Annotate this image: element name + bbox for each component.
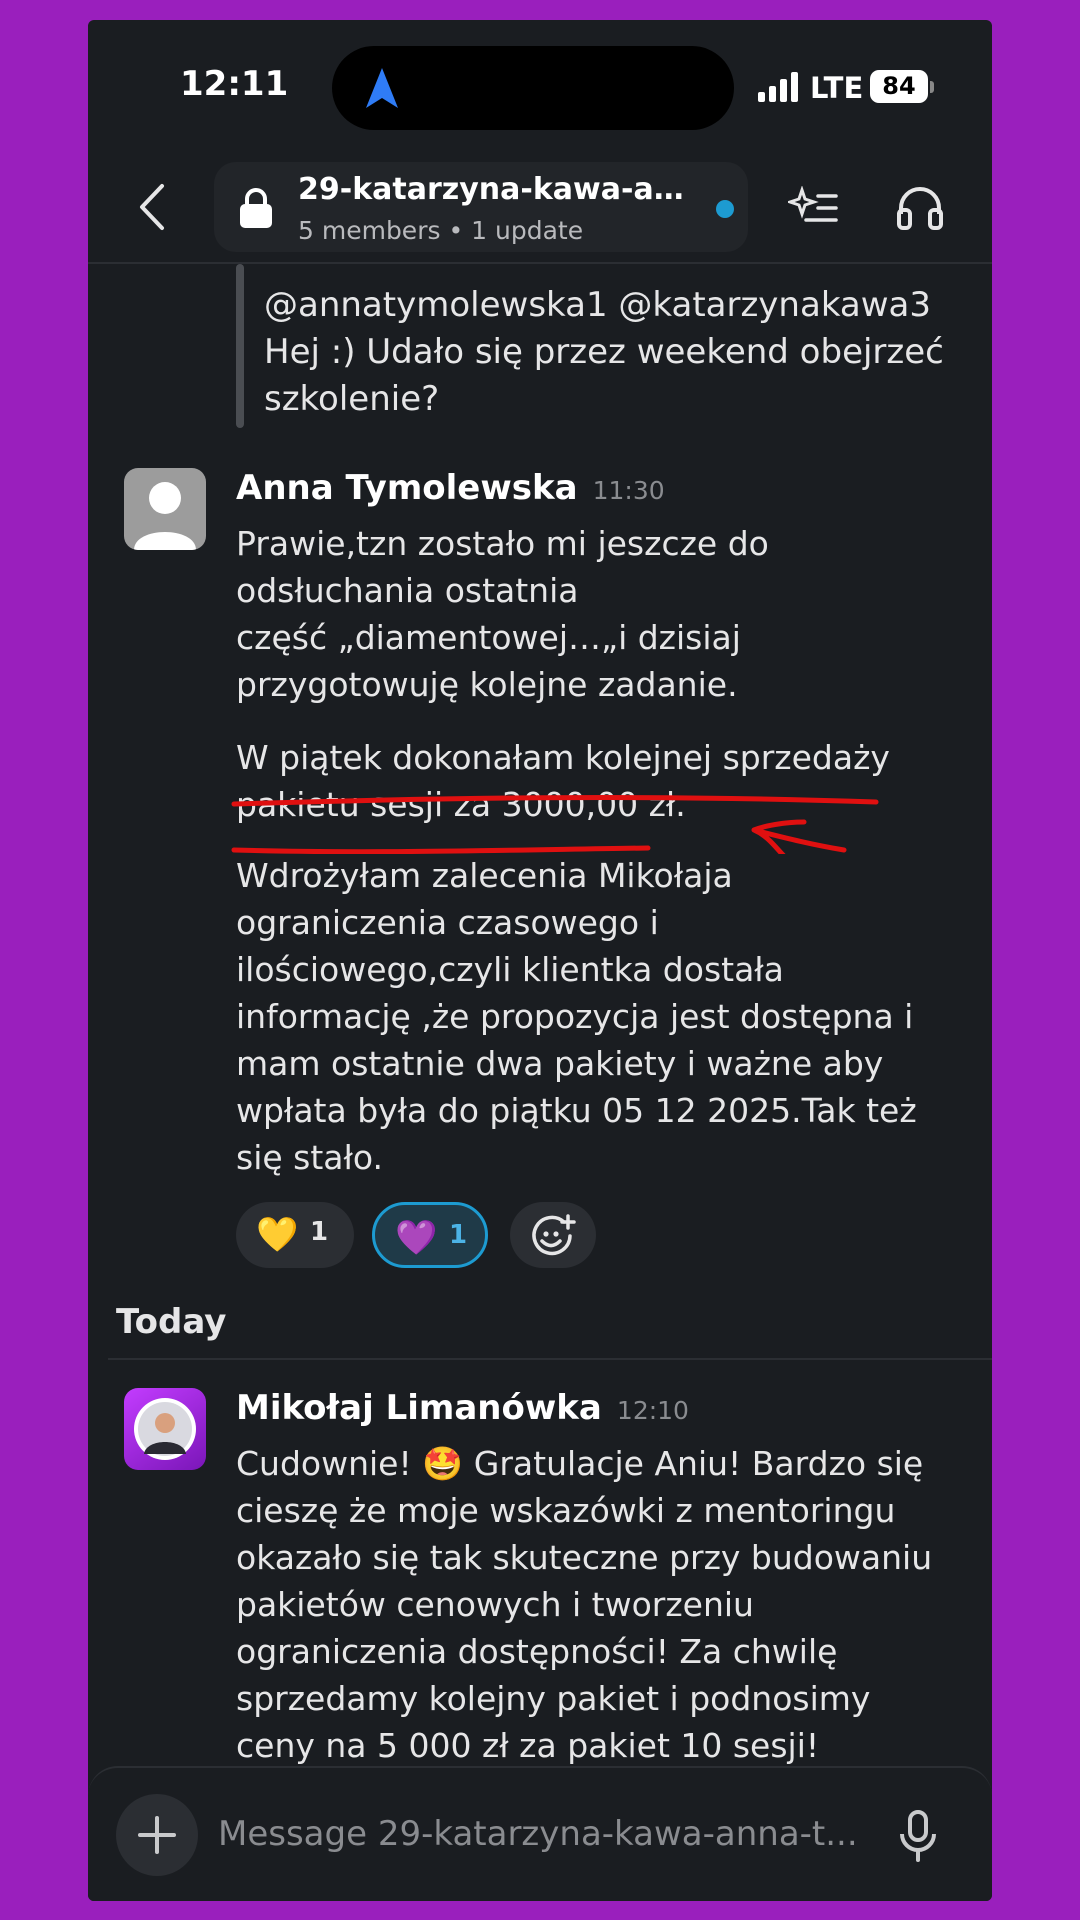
microphone-icon[interactable] [898, 1808, 938, 1864]
message-line: mam ostatnie dwa pakiety i ważne aby [236, 1044, 884, 1083]
message-line: ilościowego,czyli klientka dostała [236, 950, 784, 989]
channel-name: 29-katarzyna-kawa-ann... [298, 172, 698, 207]
quote-line: Hej :) Udało się przez weekend obejrzeć [264, 332, 944, 372]
channel-subtitle: 5 members • 1 update [298, 216, 584, 245]
reaction-count: 1 [310, 1217, 329, 1247]
quote-bar [236, 264, 244, 428]
signal-icon [758, 72, 798, 102]
add-reaction-button[interactable] [510, 1202, 596, 1268]
phone-screen: 12:11 LTE 84 29-katarzyna-kawa-ann... 5 [88, 20, 992, 1901]
sparkle-list-icon[interactable] [788, 186, 838, 228]
message-paragraph: Cudownie! 🤩 Gratulacje Aniu! Bardzo się … [236, 1440, 966, 1769]
dynamic-island [332, 46, 734, 130]
message-line: Cudownie! 🤩 Gratulacje Aniu! Bardzo się [236, 1444, 924, 1483]
back-icon[interactable] [134, 182, 174, 232]
author-name[interactable]: Mikołaj Limanówka [236, 1388, 602, 1428]
add-emoji-icon [532, 1214, 576, 1256]
day-separator: Today [116, 1302, 227, 1342]
avatar[interactable] [124, 468, 206, 550]
quote-line: szkolenie? [264, 379, 440, 419]
reaction-count: 1 [449, 1220, 468, 1250]
message-composer [88, 1766, 992, 1901]
message-line: sprzedamy kolejny pakiet i podnosimy [236, 1679, 871, 1718]
author-name[interactable]: Anna Tymolewska [236, 468, 578, 508]
message-line: cieszę że moje wskazówki z mentoringu [236, 1491, 896, 1530]
message-time: 11:30 [592, 476, 665, 505]
message-header: Anna Tymolewska 11:30 [236, 468, 665, 508]
message-time: 12:10 [616, 1396, 689, 1425]
location-arrow-icon [366, 68, 398, 108]
message-line: ceny na 5 000 zł za pakiet 10 sesji! [236, 1726, 820, 1765]
message-feed: @annatymolewska1 @katarzynakawa3 Hej :) … [88, 264, 992, 1786]
message-line: przygotowuję kolejne zadanie. [236, 665, 738, 704]
reaction-purple-heart[interactable]: 💜 1 [372, 1202, 488, 1268]
message-line: się stało. [236, 1138, 383, 1177]
message-line: informację ,że propozycja jest dostępna … [236, 997, 914, 1036]
default-user-icon [134, 482, 196, 550]
network-label: LTE [810, 71, 864, 105]
message-line: ograniczenia czasowego i [236, 903, 659, 942]
message-line: wpłata była do piątku 05 12 2025.Tak też [236, 1091, 917, 1130]
message-line: okazało się tak skuteczne przy budowaniu [236, 1538, 933, 1577]
channel-title-button[interactable]: 29-katarzyna-kawa-ann... 5 members • 1 u… [214, 162, 748, 252]
message-paragraph: Prawie,tzn zostało mi jeszcze do odsłuch… [236, 520, 966, 708]
channel-header: 29-katarzyna-kawa-ann... 5 members • 1 u… [88, 140, 992, 264]
profile-photo-icon [134, 1398, 196, 1460]
plus-icon [138, 1816, 176, 1854]
unread-dot [716, 200, 734, 218]
message-line: ograniczenia dostępności! Za chwilę [236, 1632, 838, 1671]
quote-line: @annatymolewska1 @katarzynakawa3 [264, 285, 932, 325]
message-header: Mikołaj Limanówka 12:10 [236, 1388, 689, 1428]
message-line: pakietów cenowych i tworzeniu [236, 1585, 754, 1624]
battery-tip [930, 81, 934, 93]
message-line: odsłuchania ostatnia [236, 571, 579, 610]
message-line: część „diamentowej…„i dzisiaj [236, 618, 741, 657]
red-annotation [231, 795, 879, 854]
status-time: 12:11 [180, 64, 289, 104]
reaction-yellow-heart[interactable]: 💛 1 [236, 1202, 354, 1268]
status-bar: 12:11 LTE 84 [88, 20, 992, 140]
message-paragraph: Wdrożyłam zalecenia Mikołaja ograniczeni… [236, 852, 966, 1181]
battery-icon: 84 [870, 70, 928, 103]
purple-heart-icon: 💜 [395, 1218, 438, 1258]
headphones-icon[interactable] [896, 184, 944, 230]
message-input[interactable] [218, 1802, 878, 1866]
message-line: Wdrożyłam zalecenia Mikołaja [236, 856, 733, 895]
divider [108, 1358, 992, 1360]
avatar[interactable] [124, 1388, 206, 1470]
quoted-message: @annatymolewska1 @katarzynakawa3 Hej :) … [264, 282, 964, 423]
yellow-heart-icon: 💛 [256, 1215, 299, 1255]
message-line: Prawie,tzn zostało mi jeszcze do [236, 524, 769, 563]
add-attachment-button[interactable] [116, 1794, 198, 1876]
lock-icon [240, 188, 272, 228]
